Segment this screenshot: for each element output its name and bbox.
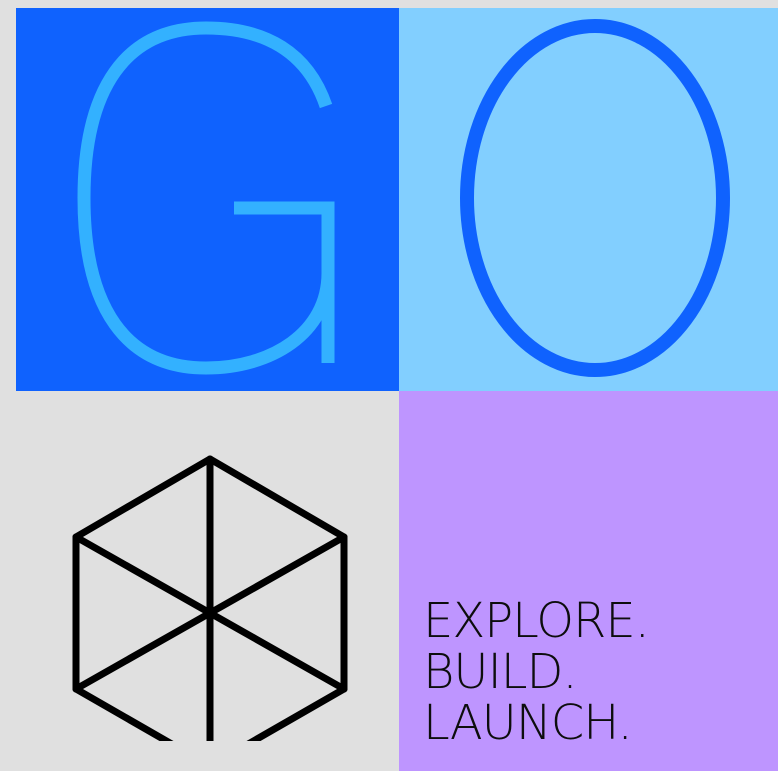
tagline-line-launch: LAUNCH. [423, 695, 633, 751]
tagline-line-explore: EXPLORE. [423, 593, 650, 649]
letter-o-panel: O [399, 8, 778, 391]
letter-o-text: O [399, 8, 400, 9]
tagline-line-build: BUILD. [423, 644, 578, 700]
letter-o-graphic: O [399, 8, 730, 377]
letter-g-panel: G [16, 8, 399, 391]
letter-g-graphic: G [16, 8, 335, 375]
tagline: EXPLORE. BUILD. LAUNCH. [423, 593, 650, 751]
hexagon-cube-icon [72, 455, 348, 741]
letter-g-text: G [16, 8, 17, 9]
icon-panel [16, 391, 399, 771]
tagline-panel: EXPLORE. BUILD. LAUNCH. [399, 391, 778, 771]
